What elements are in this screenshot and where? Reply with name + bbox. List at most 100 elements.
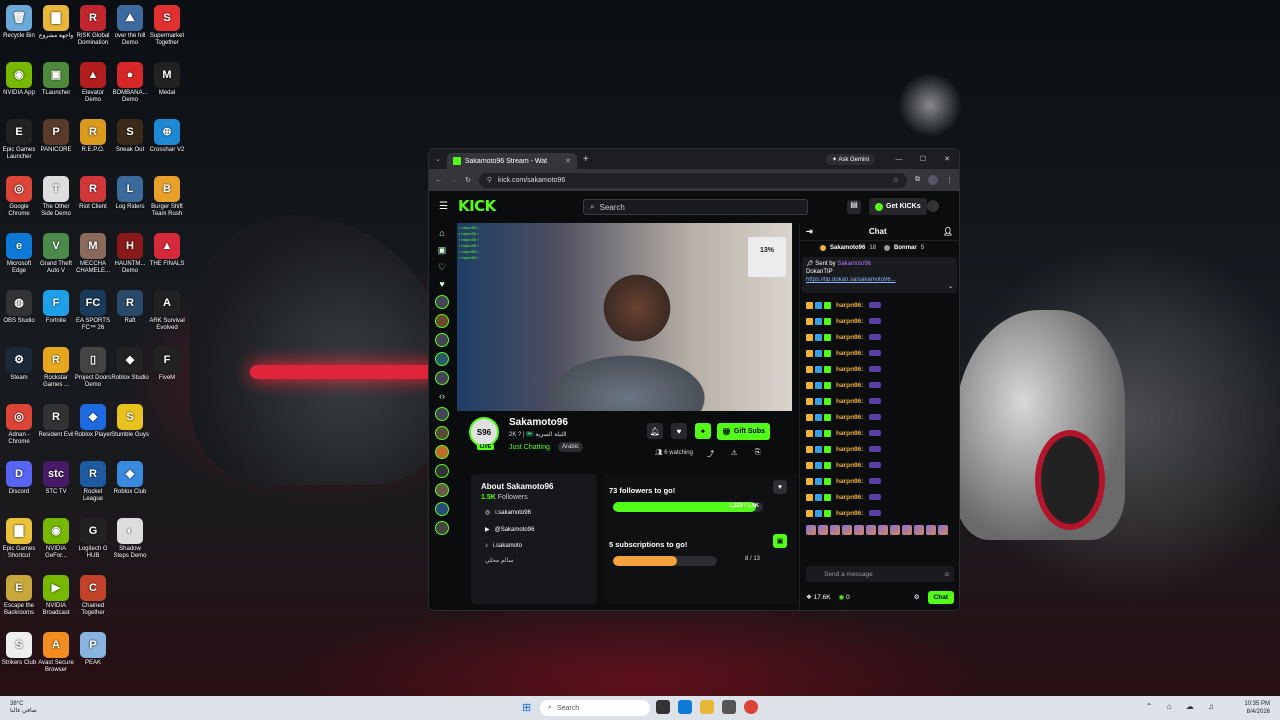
desktop-icon[interactable]: B Burger Shift Team Rush [148, 176, 186, 218]
desktop-icon[interactable]: ◉ NVIDIA GeFor... [37, 518, 75, 560]
edge-taskbar-icon[interactable] [678, 700, 692, 714]
followed-channel-avatar[interactable] [435, 333, 449, 347]
desktop-icon[interactable]: R Rockstar Games ... [37, 347, 75, 389]
collapse-icon[interactable]: ‹› [436, 390, 448, 402]
desktop-icon[interactable]: ▣ TLauncher [37, 62, 75, 97]
desktop-icon[interactable]: H HAUNTM... Demo [111, 233, 149, 275]
desktop-icon[interactable]: P PANICORE [37, 119, 75, 154]
hamburger-menu-icon[interactable]: ☰ [439, 201, 448, 212]
followed-channel-avatar[interactable] [435, 445, 449, 459]
clip-icon[interactable]: ⎘ [755, 449, 761, 457]
store-icon[interactable] [722, 700, 736, 714]
layout-icon[interactable]: ▤ [847, 200, 861, 214]
desktop-icon[interactable]: T The Other Side Demo [37, 176, 75, 218]
desktop-icon[interactable]: ▯ Project Doors Demo [74, 347, 112, 389]
chat-username[interactable]: harpn96: [836, 478, 863, 485]
followed-channel-avatar[interactable] [435, 521, 449, 535]
chat-username[interactable]: harpn96: [836, 318, 863, 325]
desktop-icon[interactable]: ◉ NVIDIA App [0, 62, 38, 97]
url-field[interactable]: ⚲ kick.com/sakamoto96 ☆ [478, 172, 907, 188]
category-link[interactable]: Just Chatting [509, 444, 550, 451]
chrome-taskbar-icon[interactable] [744, 700, 758, 714]
boost-icon[interactable]: ✦ [695, 423, 711, 439]
channel-avatar[interactable]: S96 [469, 417, 499, 447]
desktop-icon[interactable]: F Fortnite [37, 290, 75, 325]
home-icon[interactable]: ⌂ [436, 227, 448, 239]
chat-username[interactable]: harpn96: [836, 414, 863, 421]
desktop-icon[interactable]: R R.E.P.O. [74, 119, 112, 154]
chat-username[interactable]: harpn96: [836, 462, 863, 469]
followed-channel-avatar[interactable] [435, 314, 449, 328]
desktop-icon[interactable]: ⊕ Crosshair V2 [148, 119, 186, 154]
desktop-icon[interactable]: M MECCHA CHAMELE... [74, 233, 112, 275]
desktop-icon[interactable]: ◆ Roblox Club [111, 461, 149, 496]
reload-icon[interactable]: ↻ [465, 176, 471, 184]
search-input[interactable]: ⌕ Search [583, 199, 808, 215]
desktop-icon[interactable]: A ARK Survival Evolved [148, 290, 186, 332]
desktop-icon[interactable]: R RISK Global Domination [74, 5, 112, 47]
channel-name[interactable]: Sakamoto96 [509, 417, 568, 428]
weather-widget[interactable]: 38°C صافي غالبا [10, 701, 37, 715]
video-player[interactable]: ▪ harpn96 ▪ ▪ harpn96 ▪ ▪ harpn96 ▪ ▪ harpn… [457, 223, 792, 411]
follow-heart-icon[interactable]: ♥ [671, 423, 687, 439]
followed-channel-avatar[interactable] [435, 502, 449, 516]
desktop-icon[interactable]: ⛰ over the hill Demo [111, 5, 149, 47]
chat-username[interactable]: harpn96: [836, 446, 863, 453]
desktop-icon[interactable]: F FiveM [148, 347, 186, 382]
followed-channel-avatar[interactable] [435, 426, 449, 440]
chat-users-icon[interactable]: 👤︎ [943, 227, 953, 236]
desktop-icon[interactable]: E Escape the Backrooms [0, 575, 38, 617]
chat-username[interactable]: harpn96: [836, 494, 863, 501]
kicks-balance[interactable]: ❖ 17.6K [806, 593, 831, 601]
language-tag[interactable]: Arabic [558, 442, 584, 452]
desktop-icon[interactable]: ◍ OBS Studio [0, 290, 38, 325]
followed-channel-avatar[interactable] [435, 295, 449, 309]
get-kicks-button[interactable]: Get KICKs [869, 198, 927, 215]
ask-gemini-button[interactable]: ✦ Ask Gemini [825, 153, 875, 165]
desktop-icon[interactable]: S Supermarket Together [148, 5, 186, 47]
extensions-icon[interactable]: ⧉ [915, 176, 920, 184]
browser-menu-icon[interactable]: ⋮ [946, 176, 953, 184]
favorite-icon[interactable]: ♥ [436, 278, 448, 290]
desktop-icon[interactable]: ▲ Elevator Demo [74, 62, 112, 104]
desktop-icon[interactable]: ▇ Epic Games Shortcut [0, 518, 38, 560]
pinned-link[interactable]: https://tip.dokan.sa/sakamoto96... [806, 277, 953, 283]
desktop-icon[interactable]: ◎ Google Chrome [0, 176, 38, 218]
emote-bar[interactable] [800, 525, 959, 539]
desktop-icon[interactable]: ▶ NVIDIA Broadcast [37, 575, 75, 617]
channel-points[interactable]: ◉ 0 [839, 593, 850, 601]
bookmark-star-icon[interactable]: ☆ [893, 176, 899, 184]
kick-logo[interactable]: KICK [458, 197, 496, 215]
desktop-icon[interactable]: R Rocket League [74, 461, 112, 503]
user-avatar[interactable] [927, 200, 939, 212]
chat-username[interactable]: harpn96: [836, 302, 863, 309]
chat-username[interactable]: harpn96: [836, 398, 863, 405]
chat-username[interactable]: harpn96: [836, 334, 863, 341]
desktop-icon[interactable]: S Sneak Out [111, 119, 149, 154]
profile-icon[interactable] [928, 175, 938, 185]
pinned-user[interactable]: Sakamoto96 [837, 261, 871, 267]
maximize-button[interactable]: ☐ [911, 155, 935, 163]
desktop-icon[interactable]: S Stumble Guys [111, 404, 149, 439]
desktop-icon[interactable]: 🗑 Recycle Bin [0, 5, 38, 40]
social-youtube[interactable]: ▶ @Sakamoto96 [485, 526, 587, 534]
desktop-icon[interactable]: G Logitech G HUB [74, 518, 112, 560]
desktop-icon[interactable]: R Resident Evil [37, 404, 75, 439]
desktop-icon[interactable]: A Avast Secure Browser [37, 632, 75, 674]
chat-send-button[interactable]: Chat [927, 590, 954, 604]
desktop-icon[interactable]: ● BOMBANA... Demo [111, 62, 149, 104]
social-tiktok[interactable]: ♪ i.sakamoto [485, 543, 587, 549]
chat-settings-icon[interactable]: ⚙ [914, 593, 920, 601]
chat-username[interactable]: harpn96: [836, 430, 863, 437]
file-explorer-icon[interactable] [700, 700, 714, 714]
desktop-icon[interactable]: C Chained Together [74, 575, 112, 617]
site-info-icon[interactable]: ⚲ [487, 176, 492, 184]
tab-menu-icon[interactable]: ⌄ [435, 155, 441, 163]
chat-username[interactable]: harpn96: [836, 510, 863, 517]
chat-username[interactable]: harpn96: [836, 350, 863, 357]
social-instagram[interactable]: ◎ i.sakamoto96 [485, 509, 587, 517]
desktop-icon[interactable]: ◐ Shadow Steps Demo [111, 518, 149, 560]
desktop-icon[interactable]: D Discord [0, 461, 38, 496]
desktop-icon[interactable]: P PEAK [74, 632, 112, 667]
desktop-icon[interactable]: R Raft [111, 290, 149, 325]
